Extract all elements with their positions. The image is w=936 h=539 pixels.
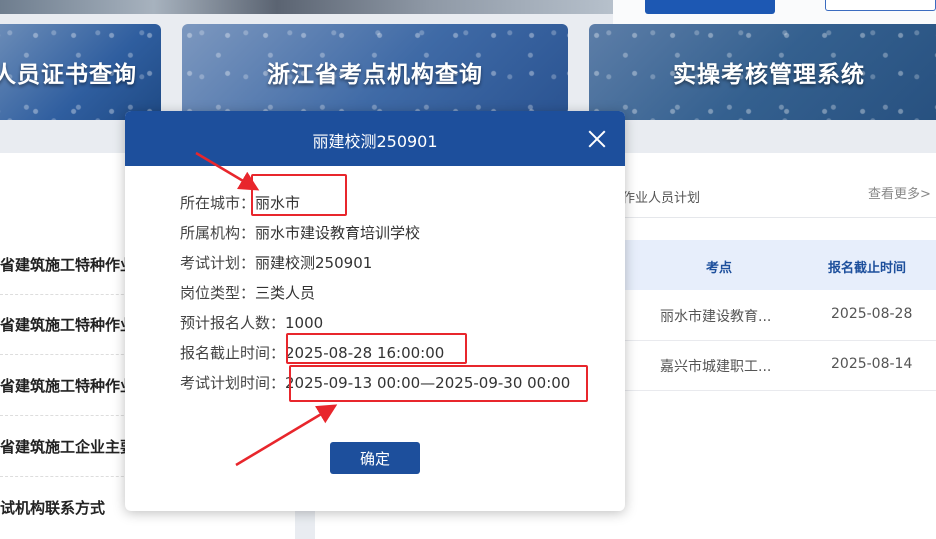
field-value: 三类人员 bbox=[255, 284, 316, 302]
banner-label: 实操考核管理系统 bbox=[673, 62, 865, 88]
list-item-title: 省建筑施工特种作业 bbox=[0, 316, 136, 334]
table-cell-deadline: 2025-08-28 bbox=[831, 306, 913, 322]
list-item-title: 试机构联系方式 bbox=[0, 499, 106, 517]
table-cell-site[interactable]: 嘉兴市城建职工... bbox=[660, 356, 771, 376]
column-header-site: 考点 bbox=[706, 261, 733, 276]
list-item-title: 省建筑施工企业主要 bbox=[0, 438, 136, 456]
banner-practical-exam-system[interactable]: 实操考核管理系统 bbox=[589, 24, 936, 120]
close-icon[interactable] bbox=[586, 128, 608, 150]
header-photo bbox=[0, 0, 615, 14]
highlight-city bbox=[251, 174, 347, 216]
field-label: 预计报名人数： bbox=[180, 314, 286, 332]
login-button[interactable] bbox=[645, 0, 775, 14]
field-exam-plan: 考试计划：丽建校测250901 bbox=[180, 252, 372, 273]
field-label: 所属机构： bbox=[180, 224, 256, 242]
field-label: 岗位类型： bbox=[180, 284, 256, 302]
table-row-divider bbox=[622, 390, 936, 391]
highlight-deadline bbox=[286, 333, 467, 364]
field-value: 丽建校测250901 bbox=[255, 254, 373, 272]
modal-title: 丽建校测250901 bbox=[312, 132, 438, 151]
field-label: 所在城市： bbox=[180, 194, 256, 212]
table-row-divider bbox=[622, 340, 936, 341]
register-button[interactable] bbox=[825, 0, 936, 11]
highlight-exam-period bbox=[289, 365, 588, 402]
confirm-button[interactable]: 确定 bbox=[330, 442, 420, 474]
field-label: 报名截止时间： bbox=[180, 344, 286, 362]
banner-label: 人员证书查询 bbox=[0, 62, 137, 88]
table-cell-site[interactable]: 丽水市建设教育... bbox=[660, 306, 771, 326]
banner-exam-site-query[interactable]: 浙江省考点机构查询 bbox=[182, 24, 568, 120]
field-label: 考试计划时间： bbox=[180, 374, 286, 392]
list-item-title: 省建筑施工特种作业 bbox=[0, 377, 136, 395]
field-value: 1000 bbox=[285, 314, 324, 332]
table-cell-deadline: 2025-08-14 bbox=[831, 356, 913, 372]
field-value: 丽水市建设教育培训学校 bbox=[255, 224, 421, 242]
tab-worker-plan[interactable]: 作业人员计划 bbox=[622, 187, 700, 206]
see-more-link[interactable]: 查看更多> bbox=[868, 183, 931, 202]
field-expected-applicants: 预计报名人数：1000 bbox=[180, 312, 323, 333]
banner-certificate-query[interactable]: 人员证书查询 bbox=[0, 24, 161, 120]
field-organization: 所属机构：丽水市建设教育培训学校 bbox=[180, 222, 420, 243]
field-label: 考试计划： bbox=[180, 254, 256, 272]
field-position-type: 岗位类型：三类人员 bbox=[180, 282, 315, 303]
list-item-title: 省建筑施工特种作业 bbox=[0, 256, 136, 274]
banner-label: 浙江省考点机构查询 bbox=[267, 62, 483, 88]
modal-header: 丽建校测250901 bbox=[125, 111, 625, 166]
plan-detail-modal: 丽建校测250901 所在城市：丽水市 所属机构：丽水市建设教育培训学校 考试计… bbox=[125, 111, 625, 511]
column-header-deadline: 报名截止时间 bbox=[828, 261, 907, 276]
